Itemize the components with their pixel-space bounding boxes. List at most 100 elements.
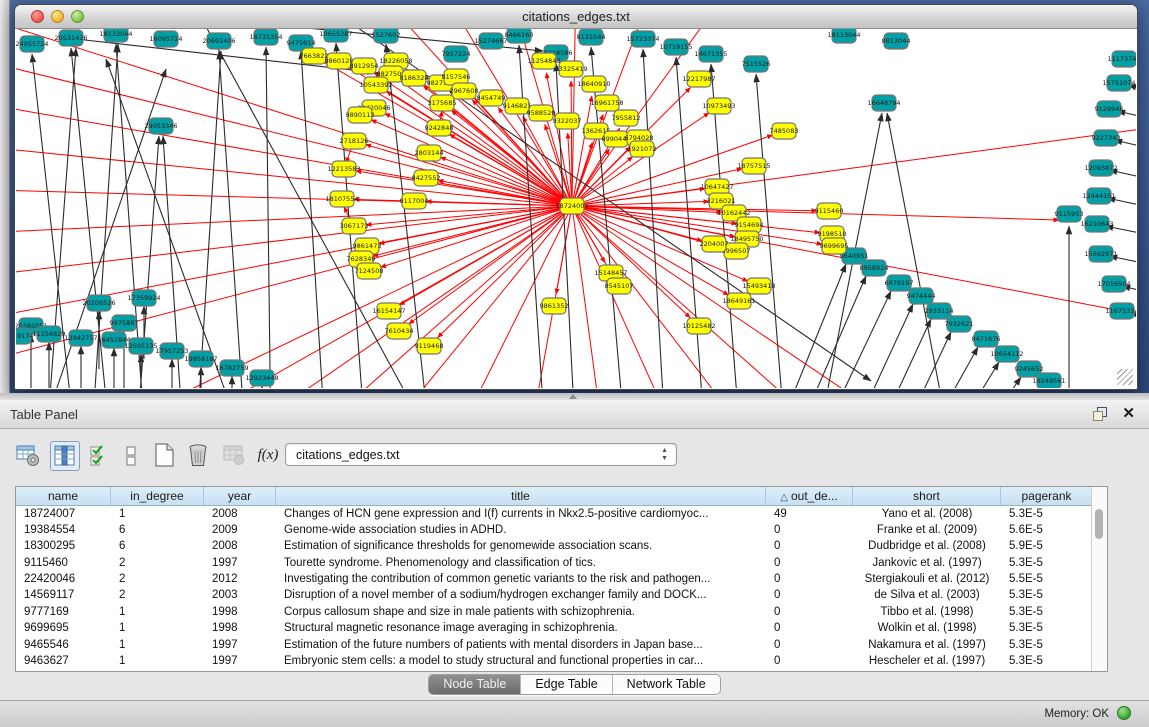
table-cell[interactable]: 1 bbox=[111, 637, 204, 653]
table-row[interactable]: 2242004622012Investigating the contribut… bbox=[16, 572, 1107, 588]
table-cell[interactable]: Tibbo et al. (1998) bbox=[853, 604, 1001, 620]
table-cell[interactable]: 19384554 bbox=[16, 522, 111, 538]
table-cell[interactable]: 2008 bbox=[204, 506, 276, 522]
float-panel-icon[interactable] bbox=[1093, 407, 1107, 421]
table-cell[interactable]: 5.3E-5 bbox=[1001, 621, 1093, 637]
table-cell[interactable]: 2 bbox=[111, 572, 204, 588]
column-header[interactable]: in_degree bbox=[111, 487, 204, 505]
table-cell[interactable]: 0 bbox=[766, 522, 853, 538]
graph-node[interactable]: 10655287 bbox=[319, 29, 352, 42]
select-all-columns-icon[interactable] bbox=[86, 441, 114, 469]
table-row[interactable]: 946362711997Embryonic stem cells: a mode… bbox=[16, 654, 1107, 670]
panel-split-divider[interactable] bbox=[0, 393, 1149, 400]
graph-node[interactable]: 12942757 bbox=[64, 330, 97, 346]
graph-node[interactable]: 9119468 bbox=[415, 338, 444, 354]
graph-edge[interactable] bbox=[556, 63, 576, 388]
table-cell[interactable]: 5.5E-5 bbox=[1001, 572, 1093, 588]
function-builder-icon[interactable]: f(x) bbox=[254, 441, 282, 469]
table-cell[interactable]: 0 bbox=[766, 539, 853, 555]
left-panel-strip[interactable] bbox=[0, 0, 10, 393]
graph-node[interactable]: 7955812 bbox=[612, 110, 641, 126]
column-header[interactable]: name bbox=[16, 487, 111, 505]
graph-node[interactable]: 10543392 bbox=[359, 77, 392, 93]
graph-node[interactable]: 10654112 bbox=[990, 346, 1023, 362]
table-cell[interactable]: 5.3E-5 bbox=[1001, 588, 1093, 604]
table-row[interactable]: 911546021997Tourette syndrome. Phenomeno… bbox=[16, 555, 1107, 571]
table-cell[interactable]: 9463627 bbox=[16, 654, 111, 670]
table-cell[interactable]: 5.9E-5 bbox=[1001, 539, 1093, 555]
graph-node[interactable]: 18724007 bbox=[555, 198, 588, 214]
table-cell[interactable]: 0 bbox=[766, 621, 853, 637]
graph-node[interactable]: 9115460 bbox=[815, 203, 844, 219]
graph-node[interactable]: 18731354 bbox=[249, 29, 282, 45]
graph-node[interactable]: 7485083 bbox=[770, 123, 799, 139]
graph-node[interactable]: 16095724 bbox=[149, 31, 182, 47]
table-cell[interactable]: Embryonic stem cells: a model to study s… bbox=[276, 654, 766, 670]
window-titlebar[interactable]: citations_edges.txt bbox=[15, 5, 1137, 29]
graph-node[interactable]: 15723374 bbox=[626, 31, 659, 47]
graph-node[interactable]: 11675334 bbox=[1105, 303, 1136, 319]
graph-node[interactable]: 8958924 bbox=[860, 260, 889, 276]
close-panel-icon[interactable]: ✕ bbox=[1122, 404, 1135, 422]
graph-edge[interactable] bbox=[301, 51, 326, 388]
table-cell[interactable]: 1998 bbox=[204, 604, 276, 620]
graph-node[interactable]: 3067173 bbox=[340, 218, 369, 234]
table-cell[interactable]: Tourette syndrome. Phenomenology and cla… bbox=[276, 555, 766, 571]
graph-node[interactable]: 12923448 bbox=[245, 370, 278, 386]
table-cell[interactable]: 6 bbox=[111, 539, 204, 555]
graph-edge[interactable] bbox=[206, 206, 572, 388]
table-cell[interactable]: 0 bbox=[766, 572, 853, 588]
table-cell[interactable]: 2 bbox=[111, 588, 204, 604]
table-row[interactable]: 1938455462009Genome-wide association stu… bbox=[16, 522, 1107, 538]
table-cell[interactable]: 0 bbox=[766, 555, 853, 571]
graph-edge[interactable] bbox=[1105, 226, 1136, 244]
graph-node[interactable]: 29053346 bbox=[144, 118, 177, 134]
table-cell[interactable]: 0 bbox=[766, 654, 853, 670]
table-cell[interactable]: 22420046 bbox=[16, 572, 111, 588]
graph-node[interactable]: 8545107 bbox=[605, 278, 634, 294]
table-cell[interactable]: 1997 bbox=[204, 654, 276, 670]
graph-edge[interactable] bbox=[16, 206, 572, 279]
graph-node[interactable]: 9861352 bbox=[540, 298, 569, 314]
graph-node[interactable]: 9975887 bbox=[110, 315, 139, 331]
graph-node[interactable]: 8186328 bbox=[400, 70, 429, 86]
resize-grip[interactable] bbox=[1117, 369, 1133, 385]
table-cell[interactable]: Yano et al. (2008) bbox=[853, 506, 1001, 522]
table-row[interactable]: 1830029562008Estimation of significance … bbox=[16, 539, 1107, 555]
graph-node[interactable]: 18757515 bbox=[737, 158, 770, 174]
table-row[interactable]: 946554611997Estimation of the future num… bbox=[16, 637, 1107, 653]
graph-node[interactable]: 9115953 bbox=[1055, 206, 1084, 222]
table-cell[interactable]: Jankovic et al. (1997) bbox=[853, 555, 1001, 571]
graph-edge[interactable] bbox=[196, 51, 221, 388]
graph-node[interactable]: 9129946 bbox=[1095, 101, 1124, 117]
graph-edge[interactable] bbox=[946, 362, 999, 388]
graph-node[interactable]: 2718126 bbox=[340, 133, 369, 149]
graph-node[interactable]: 16154147 bbox=[372, 303, 405, 319]
table-cell[interactable]: 1997 bbox=[204, 555, 276, 571]
column-header[interactable]: pagerank bbox=[1001, 487, 1093, 505]
graph-node[interactable]: 19958187 bbox=[184, 351, 217, 367]
graph-node[interactable]: 9227343 bbox=[1092, 130, 1121, 146]
table-cell[interactable]: 9115460 bbox=[16, 555, 111, 571]
tab-network-table[interactable]: Network Table bbox=[613, 675, 720, 694]
unselect-all-columns-icon[interactable] bbox=[117, 441, 145, 469]
graph-node[interactable]: 8912954 bbox=[350, 58, 379, 74]
graph-edge[interactable] bbox=[971, 377, 1021, 388]
column-header[interactable]: year bbox=[204, 487, 276, 505]
table-cell[interactable]: 2009 bbox=[204, 522, 276, 538]
graph-node[interactable]: 7957224 bbox=[442, 46, 471, 62]
graph-edge[interactable] bbox=[46, 206, 572, 388]
graph-node[interactable]: 15274667 bbox=[474, 33, 507, 49]
graph-node[interactable]: 17359924 bbox=[127, 290, 160, 306]
graph-node[interactable]: 8471676 bbox=[972, 331, 1001, 347]
graph-node[interactable]: 1921072 bbox=[628, 141, 657, 157]
memory-status-dot[interactable] bbox=[1117, 706, 1131, 720]
graph-node[interactable]: 3919174 bbox=[16, 328, 33, 344]
graph-node[interactable]: 9588520 bbox=[527, 105, 556, 121]
table-cell[interactable]: Corpus callosum shape and size in male p… bbox=[276, 604, 766, 620]
graph-edge[interactable] bbox=[846, 304, 913, 388]
graph-node[interactable]: 12093872 bbox=[1084, 160, 1117, 176]
graph-node[interactable]: 12217987 bbox=[682, 71, 715, 87]
graph-node[interactable]: 9699695 bbox=[820, 238, 849, 254]
table-cell[interactable]: de Silva et al. (2003) bbox=[853, 588, 1001, 604]
